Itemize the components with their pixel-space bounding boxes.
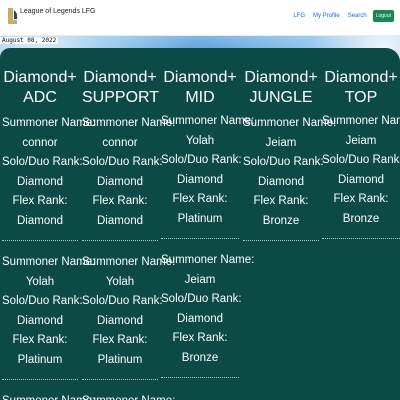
entry-divider [2,240,78,241]
nav-link-lfg[interactable]: LFG [293,13,305,19]
summoner-label: Summoner Name: [322,115,400,127]
entry-divider [82,379,158,380]
flex-rank: Bronze [181,351,219,364]
summoner-name: Yolah [105,275,135,288]
column-top: Diamond+ TOP Summoner Name: Jeiam Solo/D… [322,68,400,251]
summoner-label: Summoner Name: [161,115,255,127]
column-title-line2: JUNGLE [249,89,313,106]
flex-label: Flex Rank: [12,195,68,207]
nav-link-search[interactable]: Search [348,13,367,19]
brand-title[interactable]: League of Legends LFG [20,8,96,15]
column-title-line1: Diamond+ [3,69,77,86]
column-support: Diamond+ SUPPORT Summoner Name: connor S… [82,68,176,400]
flex-rank: Bronze [262,214,300,227]
solo-duo-label: Solo/Duo Rank: [2,295,83,307]
summoner-label: Summoner Name: [82,392,175,400]
banner-background: August 08, 2022 Diamond+ ADC Summoner Na… [0,36,400,400]
summoner-name: connor [102,136,138,149]
solo-duo-rank: Diamond [16,314,64,327]
player-entry[interactable]: Summoner Name: Jeiam Solo/Duo Rank: Diam… [161,251,255,378]
solo-duo-label: Solo/Duo Rank: [161,293,242,305]
summoner-name: Yolah [25,275,55,288]
flex-rank: Bronze [342,212,380,225]
column-title-line1: Diamond+ [83,69,157,86]
column-title-line2: ADC [23,89,57,106]
column-title: Diamond+ TOP [322,68,400,108]
column-jungle: Diamond+ JUNGLE Summoner Name: Jeiam Sol… [243,68,337,253]
summoner-name: Jeiam [184,273,216,286]
column-mid: Diamond+ MID Summoner Name: Yolah Solo/D… [161,68,255,390]
league-logo-icon[interactable] [6,7,18,25]
player-entry[interactable]: Summoner Name: Jeiam Solo/Duo Rank: Diam… [322,112,400,239]
solo-duo-label: Solo/Duo Rank: [243,156,324,168]
summoner-label: Summoner Name: [2,256,96,268]
player-entry[interactable]: Summoner Name: Yolah Solo/Duo Rank: Diam… [2,253,96,380]
player-entry[interactable]: Summoner Name: connor Solo/Duo Rank: Dia… [2,114,96,241]
summoner-name: Jeiam [265,136,297,149]
flex-rank: Platinum [177,212,223,225]
flex-rank: Diamond [96,214,144,227]
solo-duo-label: Solo/Duo Rank: [2,156,83,168]
player-entry[interactable]: Summoner Name: [82,392,175,400]
flex-label: Flex Rank: [12,334,68,346]
entry-divider [322,238,400,239]
flex-label: Flex Rank: [92,334,148,346]
flex-label: Flex Rank: [92,195,148,207]
summoner-label: Summoner Name: [82,117,176,129]
logout-button[interactable]: Logout [372,10,394,22]
summoner-label: Summoner Name: [2,392,95,400]
flex-rank: Diamond [16,214,64,227]
column-title: Diamond+ JUNGLE [243,68,319,108]
entry-divider [243,240,319,241]
solo-duo-label: Solo/Duo Rank: [161,154,242,166]
solo-duo-rank: Diamond [176,312,224,325]
summoner-name: Jeiam [345,134,377,147]
player-entry[interactable]: Summoner Name: connor Solo/Duo Rank: Dia… [82,114,176,241]
column-title-line1: Diamond+ [244,69,318,86]
summoner-name: connor [22,136,58,149]
summoner-label: Summoner Name: [243,117,337,129]
lfg-panel: Diamond+ ADC Summoner Name: connor Solo/… [0,48,400,400]
column-title: Diamond+ ADC [2,68,78,108]
summoner-label: Summoner Name: [161,254,255,266]
flex-label: Flex Rank: [253,195,309,207]
column-title: Diamond+ SUPPORT [82,68,160,108]
solo-duo-label: Solo/Duo Rank: [82,156,163,168]
solo-duo-rank: Diamond [176,173,224,186]
flex-rank: Platinum [97,353,143,366]
summoner-label: Summoner Name: [82,256,176,268]
column-title-line1: Diamond+ TOP [324,69,398,106]
flex-label: Flex Rank: [333,193,389,205]
solo-duo-rank: Diamond [337,173,385,186]
flex-label: Flex Rank: [172,332,228,344]
entry-divider [2,379,78,380]
player-entry[interactable]: Summoner Name: Jeiam Solo/Duo Rank: Diam… [243,114,337,241]
player-entry[interactable]: Summoner Name: [2,392,95,400]
solo-duo-rank: Diamond [257,175,305,188]
summoner-name: Yolah [185,134,215,147]
date-label: August 08, 2022 [0,37,59,44]
solo-duo-rank: Diamond [96,314,144,327]
solo-duo-rank: Diamond [16,175,64,188]
nav-links: LFG My Profile Search Logout [285,10,394,22]
flex-label: Flex Rank: [172,193,228,205]
column-title-line1: Diamond+ MID [163,69,237,106]
column-title-line2: SUPPORT [82,89,160,106]
column-title: Diamond+ MID [161,68,239,108]
solo-duo-rank: Diamond [96,175,144,188]
column-adc: Diamond+ ADC Summoner Name: connor Solo/… [2,68,96,400]
entry-divider [161,238,239,239]
summoner-label: Summoner Name: [2,117,96,129]
entry-divider [82,240,158,241]
nav-link-my-profile[interactable]: My Profile [313,13,340,19]
flex-rank: Platinum [17,353,63,366]
entry-divider [161,377,239,378]
player-entry[interactable]: Summoner Name: Yolah Solo/Duo Rank: Diam… [82,253,176,380]
player-entry[interactable]: Summoner Name: Yolah Solo/Duo Rank: Diam… [161,112,255,239]
solo-duo-label: Solo/Duo Rank: [322,154,400,166]
navbar: League of Legends LFG LFG My Profile Sea… [0,0,400,36]
solo-duo-label: Solo/Duo Rank: [82,295,163,307]
